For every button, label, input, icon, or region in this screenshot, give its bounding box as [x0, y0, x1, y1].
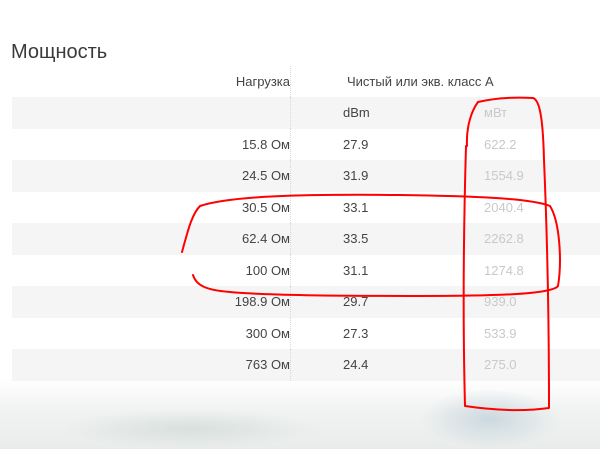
background-shape [420, 389, 560, 449]
column-header-class: Чистый или экв. класс A [290, 66, 494, 97]
cell-mw: 939.0 [484, 294, 517, 310]
cell-load: 24.5 Ом [242, 168, 290, 184]
cell-load: 15.8 Ом [242, 136, 290, 152]
table-header-row: Нагрузка Чистый или экв. класс A [12, 66, 600, 97]
cell-dbm: 33.5 [290, 223, 464, 255]
unit-dbm: dBm [290, 97, 464, 129]
cell-dbm: 24.4 [290, 349, 464, 381]
units-row: dBm мВт [12, 97, 600, 129]
table-row: 15.8 Ом 27.9 622.2 [12, 128, 600, 160]
cell-dbm: 33.1 [290, 191, 464, 223]
cell-mw: 1554.9 [484, 168, 524, 184]
cell-dbm: 31.9 [290, 160, 464, 192]
table-row: 100 Ом 31.1 1274.8 [12, 254, 600, 286]
cell-mw: 2040.4 [484, 199, 524, 215]
cell-load: 300 Ом [245, 325, 290, 341]
cell-load: 198.9 Ом [234, 294, 290, 310]
cell-dbm: 27.9 [290, 128, 464, 160]
table-row: 763 Ом 24.4 275.0 [12, 349, 600, 381]
table-row: 62.4 Ом 33.5 2262.8 [12, 223, 600, 255]
cell-dbm: 29.7 [290, 286, 464, 318]
cell-load: 100 Ом [245, 262, 290, 278]
table-row: 198.9 Ом 29.7 939.0 [12, 286, 600, 318]
cell-mw: 1274.8 [484, 262, 524, 278]
section-title: Мощность [11, 41, 108, 63]
cell-mw: 622.2 [484, 136, 517, 152]
cell-mw: 533.9 [484, 325, 517, 341]
background-shape [60, 409, 320, 449]
column-header-load: Нагрузка [235, 74, 290, 89]
table-row: 24.5 Ом 31.9 1554.9 [12, 160, 600, 192]
cell-load: 763 Ом [245, 357, 290, 373]
unit-mw: мВт [484, 105, 508, 121]
cell-mw: 275.0 [484, 357, 517, 373]
power-table: Нагрузка Чистый или экв. класс A dBm мВт… [12, 66, 600, 381]
cell-dbm: 31.1 [290, 254, 464, 286]
cell-load: 30.5 Ом [242, 199, 290, 215]
cell-load: 62.4 Ом [242, 231, 290, 247]
table-row: 30.5 Ом 33.1 2040.4 [12, 191, 600, 223]
cell-mw: 2262.8 [484, 231, 524, 247]
table-row: 300 Ом 27.3 533.9 [12, 317, 600, 349]
cell-dbm: 27.3 [290, 317, 464, 349]
